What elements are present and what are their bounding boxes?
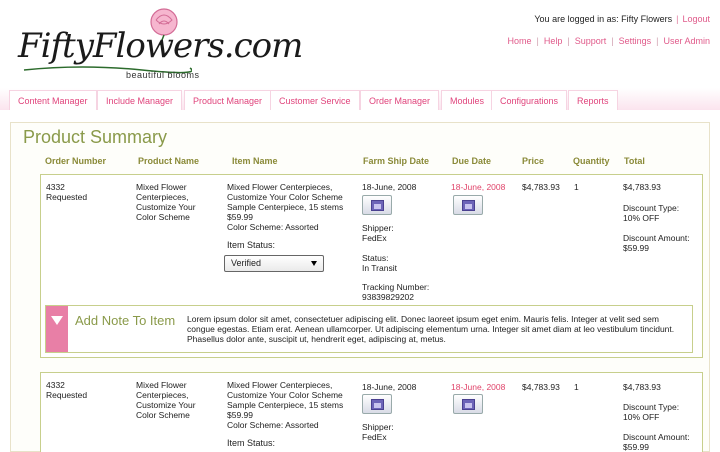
help-link[interactable]: Help <box>544 36 563 46</box>
item-name-line: Mixed Flower Centerpieces, <box>227 182 333 192</box>
tab-modules[interactable]: Modules <box>441 90 494 110</box>
quantity: 1 <box>574 382 579 392</box>
product-name-line: Customize Your <box>136 400 196 410</box>
tab-reports[interactable]: Reports <box>568 90 618 110</box>
order-status: Requested <box>46 192 88 202</box>
product-name-line: Centerpieces, <box>136 192 189 202</box>
discount-type-value: 10% OFF <box>623 412 660 422</box>
add-note-label[interactable]: Add Note To Item <box>75 313 175 328</box>
price: $4,783.93 <box>522 382 560 392</box>
calendar-icon <box>371 200 384 211</box>
triangle-down-icon <box>51 316 63 325</box>
col-due-date: Due Date <box>452 156 492 166</box>
item-status-label: Item Status: <box>227 240 276 250</box>
logout-link[interactable]: Logout <box>682 14 710 24</box>
item-status-label: Item Status: <box>227 438 276 448</box>
tab-configurations[interactable]: Configurations <box>491 90 568 110</box>
calendar-icon <box>462 200 475 211</box>
support-link[interactable]: Support <box>575 36 607 46</box>
total: $4,783.93 <box>623 382 661 392</box>
calendar-icon <box>371 399 384 410</box>
item-name-line: Customize Your Color Scheme <box>227 390 343 400</box>
logo-tagline: beautiful blooms <box>126 70 200 80</box>
due-date-calendar-button[interactable] <box>453 195 483 215</box>
status-label: Status: <box>362 253 389 263</box>
item-name-line: Sample Centerpiece, 15 stems <box>227 400 344 410</box>
col-order-number: Order Number <box>45 156 107 166</box>
farm-ship-date: 18-June, 2008 <box>362 182 417 192</box>
home-link[interactable]: Home <box>508 36 532 46</box>
item-status-value: Verified <box>231 258 262 268</box>
discount-amount-label: Discount Amount: <box>623 432 690 442</box>
shipper-value: FedEx <box>362 432 387 442</box>
col-product-name: Product Name <box>138 156 200 166</box>
product-name-line: Mixed Flower <box>136 380 187 390</box>
add-note-toggle[interactable] <box>46 306 68 352</box>
due-date: 18-June, 2008 <box>451 382 506 392</box>
order-number: 4332 <box>46 182 65 192</box>
due-date-calendar-button[interactable] <box>453 394 483 414</box>
col-price: Price <box>522 156 545 166</box>
tracking-label: Tracking Number: <box>362 282 430 292</box>
item-name-line: Color Scheme: Assorted <box>227 420 319 430</box>
discount-amount-value: $59.99 <box>623 243 649 253</box>
page-title: Product Summary <box>23 127 168 147</box>
item-name-line: Color Scheme: Assorted <box>227 222 319 232</box>
nav-bar: Content Manager Include Manager Product … <box>0 88 720 110</box>
discount-amount-label: Discount Amount: <box>623 233 690 243</box>
farm-ship-date: 18-June, 2008 <box>362 382 417 392</box>
shipper-label: Shipper: <box>362 422 394 432</box>
product-name-line: Color Scheme <box>136 212 190 222</box>
tab-customer-service[interactable]: Customer Service <box>270 90 360 110</box>
item-name-line: $59.99 <box>227 212 253 222</box>
logo[interactable]: FiftyFlowers.com beautiful blooms <box>14 6 303 84</box>
farm-ship-calendar-button[interactable] <box>362 195 392 215</box>
order-number: 4332 <box>46 380 65 390</box>
product-name-line: Centerpieces, <box>136 390 189 400</box>
product-name-line: Mixed Flower <box>136 182 187 192</box>
logged-in-text: You are logged in as: Fifty Flowers <box>534 14 673 24</box>
tab-order-manager[interactable]: Order Manager <box>360 90 440 110</box>
discount-type-value: 10% OFF <box>623 213 660 223</box>
calendar-icon <box>462 399 475 410</box>
item-name-line: Customize Your Color Scheme <box>227 192 343 202</box>
col-quantity: Quantity <box>573 156 610 166</box>
col-farm-ship-date: Farm Ship Date <box>363 156 430 166</box>
shipper-label: Shipper: <box>362 223 394 233</box>
price: $4,783.93 <box>522 182 560 192</box>
note-body: Lorem ipsum dolor sit amet, consectetuer… <box>187 314 675 344</box>
col-item-name: Item Name <box>232 156 278 166</box>
logo-text: FiftyFlowers.com <box>18 26 303 66</box>
order-card: 4332 Requested Mixed Flower Centerpieces… <box>40 372 703 452</box>
discount-type-label: Discount Type: <box>623 402 680 412</box>
tab-include-manager[interactable]: Include Manager <box>97 90 183 110</box>
top-links: Home | Help | Support | Settings | User Admin <box>507 36 711 46</box>
quantity: 1 <box>574 182 579 192</box>
product-name-line: Color Scheme <box>136 410 190 420</box>
tab-product-manager[interactable]: Product Manager <box>184 90 272 110</box>
status-value: In Transit <box>362 263 397 273</box>
item-status-select[interactable]: Verified <box>224 255 324 272</box>
farm-ship-calendar-button[interactable] <box>362 394 392 414</box>
header: FiftyFlowers.com beautiful blooms You ar… <box>0 0 720 88</box>
tracking-value: 93839829202 <box>362 292 415 302</box>
discount-type-label: Discount Type: <box>623 203 680 213</box>
shipper-value: FedEx <box>362 233 387 243</box>
discount-amount-value: $59.99 <box>623 442 649 452</box>
chevron-down-icon <box>311 261 317 266</box>
item-name-line: Mixed Flower Centerpieces, <box>227 380 333 390</box>
settings-link[interactable]: Settings <box>619 36 652 46</box>
col-total: Total <box>624 156 645 166</box>
product-name-line: Customize Your <box>136 202 196 212</box>
due-date: 18-June, 2008 <box>451 182 506 192</box>
user-line: You are logged in as: Fifty Flowers | Logo… <box>534 14 710 24</box>
item-name-line: Sample Centerpiece, 15 stems <box>227 202 344 212</box>
add-note-panel: Add Note To Item Lorem ipsum dolor sit a… <box>45 305 693 353</box>
item-name-line: $59.99 <box>227 410 253 420</box>
tab-content-manager[interactable]: Content Manager <box>9 90 97 110</box>
user-admin-link[interactable]: User Admin <box>663 36 710 46</box>
total: $4,783.93 <box>623 182 661 192</box>
order-status: Requested <box>46 390 88 400</box>
